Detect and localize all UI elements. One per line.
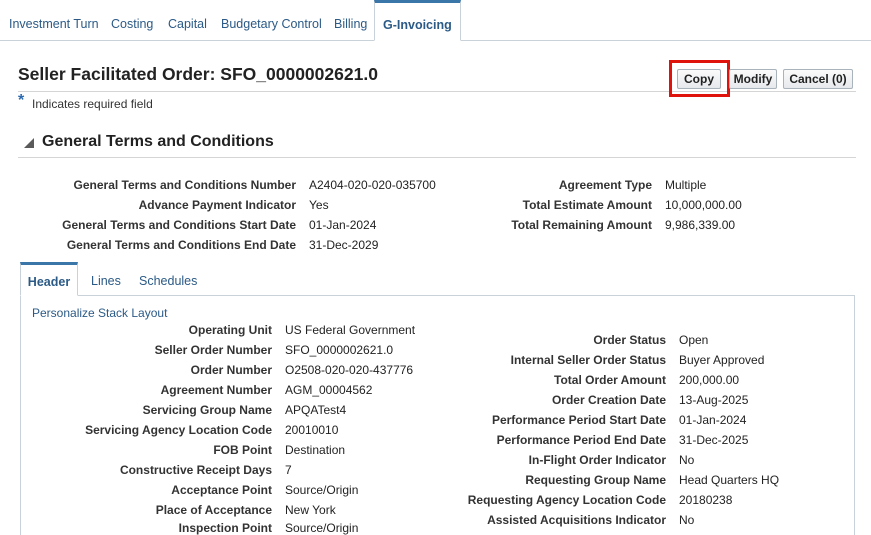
field-value: 9,986,339.00: [665, 218, 736, 232]
field-label: Internal Seller Order Status: [510, 353, 666, 367]
field-value: 20010010: [285, 423, 339, 437]
field-label: Servicing Group Name: [142, 403, 272, 417]
cancel-button[interactable]: Cancel (0): [783, 69, 853, 89]
field-label: Total Remaining Amount: [511, 218, 652, 232]
section-title: General Terms and Conditions: [42, 133, 274, 150]
field-label: Order Number: [190, 363, 272, 377]
field-label: Performance Period End Date: [496, 433, 666, 447]
field-label: General Terms and Conditions End Date: [66, 238, 296, 252]
field-value: 7: [285, 463, 292, 477]
top-tab-bar: Investment Turn Costing Capital Budgetar…: [0, 0, 871, 41]
tab-investment-turn[interactable]: Investment Turn: [9, 0, 99, 40]
field-value: Source/Origin: [285, 483, 359, 497]
field-value: No: [679, 453, 695, 467]
field-value: No: [679, 513, 695, 527]
subtabs-divider: [20, 295, 854, 296]
field-label: Seller Order Number: [154, 343, 272, 357]
field-label: Order Creation Date: [551, 393, 666, 407]
field-value: Open: [679, 333, 709, 347]
field-value: Multiple: [665, 178, 707, 192]
field-value: A2404-020-020-035700: [309, 178, 436, 192]
field-label: General Terms and Conditions Start Date: [62, 218, 296, 232]
field-label: Operating Unit: [188, 323, 272, 337]
field-label: Total Order Amount: [554, 373, 666, 387]
field-label: Agreement Type: [558, 178, 652, 192]
tab-schedules[interactable]: Schedules: [139, 274, 197, 288]
tab-header[interactable]: Header: [20, 262, 78, 296]
field-value: 20180238: [679, 493, 733, 507]
field-label: General Terms and Conditions Number: [73, 178, 296, 192]
field-value: New York: [285, 503, 336, 517]
field-value: O2508-020-020-437776: [285, 363, 414, 377]
personalize-stack-layout-link[interactable]: Personalize Stack Layout: [32, 306, 167, 320]
field-value: SFO_0000002621.0: [285, 343, 394, 357]
field-label: Assisted Acquisitions Indicator: [487, 513, 666, 527]
page-title: Seller Facilitated Order: SFO_0000002621…: [18, 64, 378, 84]
field-value: Head Quarters HQ: [679, 473, 780, 487]
field-label: Requesting Agency Location Code: [467, 493, 666, 507]
section-divider: [18, 157, 856, 158]
field-value: AGM_00004562: [285, 383, 373, 397]
title-divider: [18, 91, 856, 92]
field-value: Source/Origin: [285, 521, 359, 535]
field-label: Acceptance Point: [171, 483, 272, 497]
modify-button[interactable]: Modify: [729, 69, 777, 89]
field-label: FOB Point: [213, 443, 272, 457]
field-label: Requesting Group Name: [525, 473, 666, 487]
field-value: 200,000.00: [679, 373, 740, 387]
field-value: US Federal Government: [285, 323, 416, 337]
field-value: 01-Jan-2024: [309, 218, 377, 232]
field-value: Destination: [285, 443, 346, 457]
field-label: Performance Period Start Date: [491, 413, 666, 427]
field-label: Place of Acceptance: [155, 503, 272, 517]
tab-budgetary-control[interactable]: Budgetary Control: [221, 0, 322, 40]
field-label: Advance Payment Indicator: [138, 198, 296, 212]
field-value: 31-Dec-2029: [309, 238, 379, 252]
copy-button-highlight: [669, 60, 730, 97]
collapse-triangle-icon[interactable]: [24, 138, 34, 148]
field-value: 31-Dec-2025: [679, 433, 749, 447]
field-value: 01-Jan-2024: [679, 413, 747, 427]
field-value: Buyer Approved: [679, 353, 765, 367]
required-field-note: Indicates required field: [32, 97, 153, 111]
tab-costing[interactable]: Costing: [111, 0, 153, 40]
field-label: Servicing Agency Location Code: [85, 423, 272, 437]
tab-capital[interactable]: Capital: [168, 0, 207, 40]
field-value: APQATest4: [285, 403, 347, 417]
field-label: Constructive Receipt Days: [119, 463, 272, 477]
field-value: 13-Aug-2025: [679, 393, 749, 407]
tab-lines[interactable]: Lines: [91, 274, 121, 288]
tab-g-invoicing[interactable]: G-Invoicing: [374, 0, 461, 41]
field-label: In-Flight Order Indicator: [528, 453, 666, 467]
field-label: Agreement Number: [160, 383, 272, 397]
tab-billing[interactable]: Billing: [334, 0, 367, 40]
required-star-icon: *: [18, 92, 25, 109]
field-label: Order Status: [593, 333, 666, 347]
field-value: Yes: [309, 198, 329, 212]
field-label: Total Estimate Amount: [522, 198, 652, 212]
field-value: 10,000,000.00: [665, 198, 742, 212]
field-label: Inspection Point: [178, 521, 272, 535]
